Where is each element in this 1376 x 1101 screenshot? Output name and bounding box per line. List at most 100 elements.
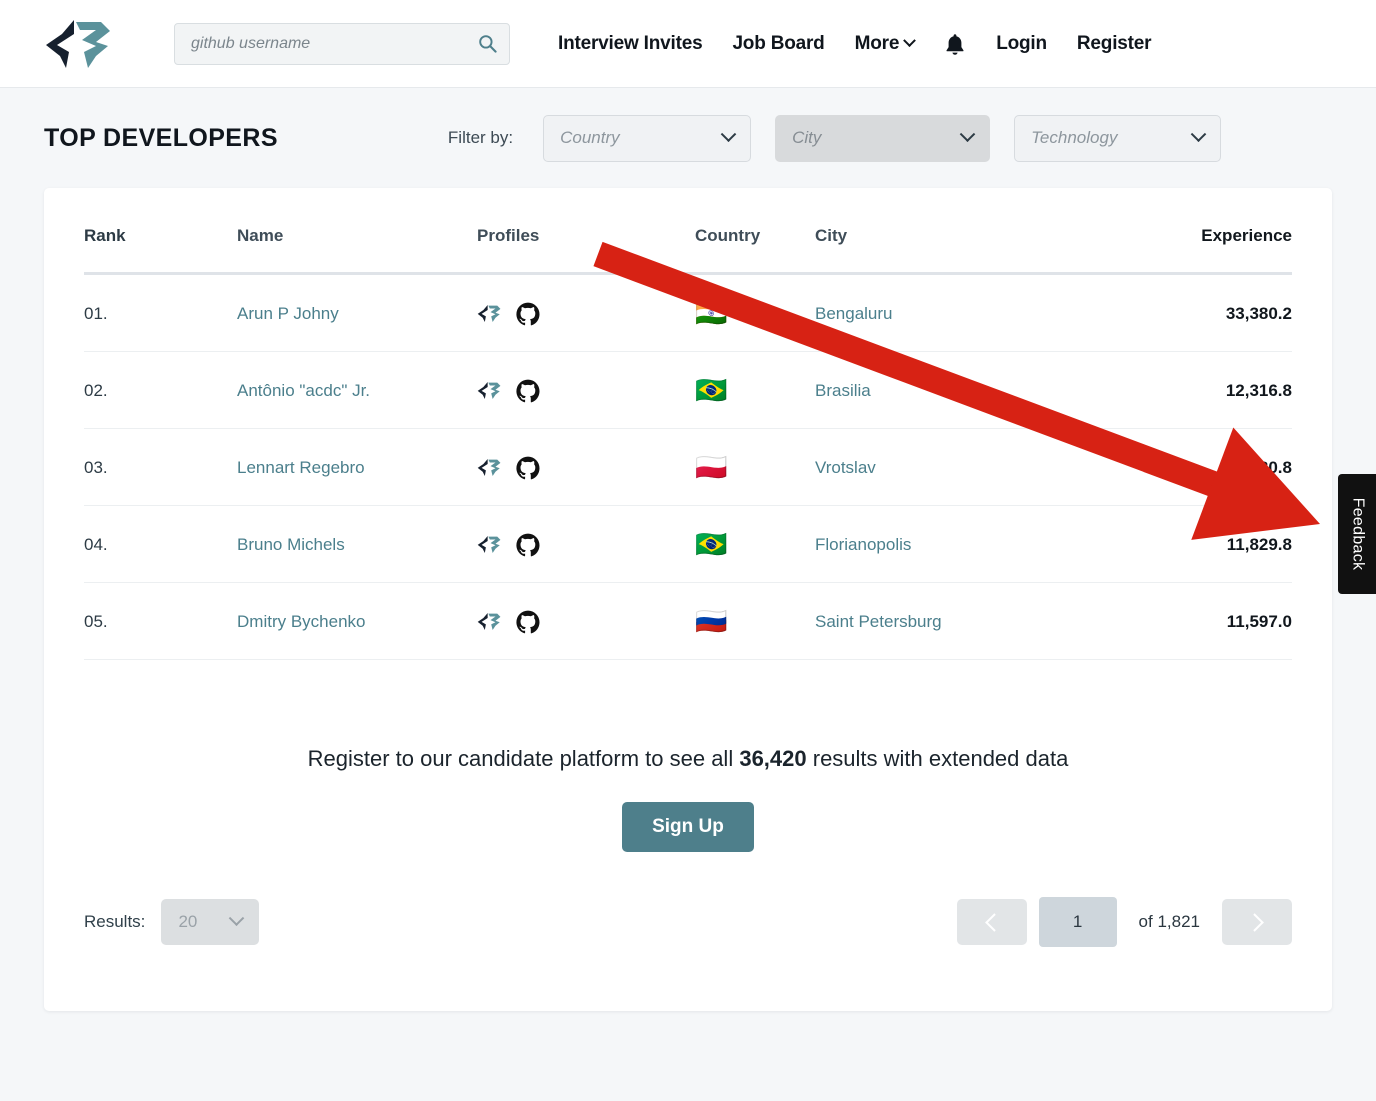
cell-profiles xyxy=(477,429,695,506)
cell-profiles xyxy=(477,506,695,583)
promo-prefix: Register to our candidate platform to se… xyxy=(308,746,740,771)
city-link[interactable]: Brasilia xyxy=(815,381,871,400)
column-header-city: City xyxy=(815,226,1060,274)
table-footer: Results: 20 of 1,821 xyxy=(84,897,1292,947)
page-title: TOP DEVELOPERS xyxy=(44,124,278,153)
column-header-country: Country xyxy=(695,226,815,274)
github-icon[interactable] xyxy=(516,456,540,480)
cell-rank: 02. xyxy=(84,352,237,429)
cell-city: Saint Petersburg xyxy=(815,583,1060,660)
login-link[interactable]: Login xyxy=(996,33,1047,55)
filter-select-country[interactable]: Country xyxy=(543,115,751,162)
table-header: Rank Name Profiles Country City Experien… xyxy=(84,226,1292,274)
developer-name-link[interactable]: Bruno Michels xyxy=(237,535,345,554)
profile-links xyxy=(477,533,695,557)
nav-label-more: More xyxy=(855,33,900,55)
column-header-rank: Rank xyxy=(84,226,237,274)
chevron-down-icon xyxy=(960,126,976,142)
cell-experience: 33,380.2 xyxy=(1060,274,1292,352)
cell-name: Arun P Johny xyxy=(237,274,477,352)
cell-name: Lennart Regebro xyxy=(237,429,477,506)
cell-city: Florianopolis xyxy=(815,506,1060,583)
column-header-experience: Experience xyxy=(1060,226,1292,274)
table-header-row: Rank Name Profiles Country City Experien… xyxy=(84,226,1292,274)
github-icon[interactable] xyxy=(516,533,540,557)
cell-country: 🇷🇺 xyxy=(695,583,815,660)
developer-name-link[interactable]: Lennart Regebro xyxy=(237,458,365,477)
search-icon[interactable] xyxy=(478,34,497,53)
code-logo-icon[interactable] xyxy=(477,611,504,632)
filter-select-city[interactable]: City xyxy=(775,115,990,162)
chevron-left-icon xyxy=(985,913,1003,931)
table-row: 01.Arun P Johny🇮🇳Bengaluru33,380.2 xyxy=(84,274,1292,352)
results-label: Results: xyxy=(84,912,145,932)
code-logo-icon[interactable] xyxy=(477,457,504,478)
chevron-right-icon xyxy=(1245,913,1263,931)
cell-country: 🇵🇱 xyxy=(695,429,815,506)
cell-experience: 11,597.0 xyxy=(1060,583,1292,660)
github-icon[interactable] xyxy=(516,610,540,634)
cell-rank: 05. xyxy=(84,583,237,660)
page-number-input[interactable] xyxy=(1039,897,1117,947)
filter-select-technology[interactable]: Technology xyxy=(1014,115,1221,162)
top-developers-table: Rank Name Profiles Country City Experien… xyxy=(84,226,1292,660)
results-per-page-select[interactable]: 20 xyxy=(161,899,259,945)
cell-country: 🇧🇷 xyxy=(695,506,815,583)
chevron-down-icon xyxy=(903,34,916,47)
results-per-page-value: 20 xyxy=(178,912,197,932)
developers-card: Rank Name Profiles Country City Experien… xyxy=(44,188,1332,1011)
cell-country: 🇧🇷 xyxy=(695,352,815,429)
country-flag-icon: 🇧🇷 xyxy=(695,529,727,559)
nav-item-interview-invites[interactable]: Interview Invites xyxy=(558,33,702,55)
column-header-name: Name xyxy=(237,226,477,274)
nav-item-job-board[interactable]: Job Board xyxy=(732,33,824,55)
code-logo-icon[interactable] xyxy=(477,303,504,324)
cell-experience: 11,830.8 xyxy=(1060,429,1292,506)
github-icon[interactable] xyxy=(516,379,540,403)
profile-links xyxy=(477,302,695,326)
nav-label-interview-invites: Interview Invites xyxy=(558,33,702,55)
developer-name-link[interactable]: Arun P Johny xyxy=(237,304,339,323)
city-link[interactable]: Saint Petersburg xyxy=(815,612,942,631)
cell-experience: 12,316.8 xyxy=(1060,352,1292,429)
profile-links xyxy=(477,379,695,403)
pagination-controls: of 1,821 xyxy=(957,897,1292,947)
page-heading-row: TOP DEVELOPERS Filter by: Country City T… xyxy=(0,88,1376,188)
developer-name-link[interactable]: Antônio "acdc" Jr. xyxy=(237,381,370,400)
sign-up-button[interactable]: Sign Up xyxy=(622,802,754,852)
city-link[interactable]: Bengaluru xyxy=(815,304,893,323)
column-header-profiles: Profiles xyxy=(477,226,695,274)
country-flag-icon: 🇵🇱 xyxy=(695,452,727,482)
notifications-button[interactable] xyxy=(944,32,966,56)
search-input[interactable] xyxy=(191,35,478,53)
city-link[interactable]: Vrotslav xyxy=(815,458,876,477)
feedback-tab[interactable]: Feedback xyxy=(1338,474,1376,594)
cell-experience: 11,829.8 xyxy=(1060,506,1292,583)
nav-item-more[interactable]: More xyxy=(855,33,915,55)
register-link[interactable]: Register xyxy=(1077,33,1151,55)
next-page-button[interactable] xyxy=(1222,899,1292,945)
table-row: 05.Dmitry Bychenko 🇷🇺 Saint Petersburg 11,5… xyxy=(84,583,1292,660)
chevron-down-icon xyxy=(229,910,245,926)
code-logo-icon[interactable] xyxy=(477,380,504,401)
table-row: 02.Antônio "acdc" Jr. 🇧🇷Brasilia 12,316.8 xyxy=(84,352,1292,429)
cell-name: Antônio "acdc" Jr. xyxy=(237,352,477,429)
city-link[interactable]: Florianopolis xyxy=(815,535,911,554)
country-flag-icon: 🇷🇺 xyxy=(695,606,727,636)
table-row: 04.Bruno Michels 🇧🇷 Florianopolis 11,829.8 xyxy=(84,506,1292,583)
search-box[interactable] xyxy=(174,23,510,65)
cell-name: Dmitry Bychenko xyxy=(237,583,477,660)
code-logo-icon[interactable] xyxy=(477,534,504,555)
promo-suffix: results with extended data xyxy=(807,746,1069,771)
cell-country: 🇮🇳 xyxy=(695,274,815,352)
nav-label-job-board: Job Board xyxy=(732,33,824,55)
previous-page-button[interactable] xyxy=(957,899,1027,945)
developer-name-link[interactable]: Dmitry Bychenko xyxy=(237,612,365,631)
profile-links xyxy=(477,610,695,634)
code-logo-icon[interactable] xyxy=(44,18,120,70)
main-navigation: Interview Invites Job Board More Login R… xyxy=(558,32,1151,56)
github-icon[interactable] xyxy=(516,302,540,326)
cell-profiles xyxy=(477,352,695,429)
cell-rank: 04. xyxy=(84,506,237,583)
filter-select-city-value: City xyxy=(792,128,821,148)
